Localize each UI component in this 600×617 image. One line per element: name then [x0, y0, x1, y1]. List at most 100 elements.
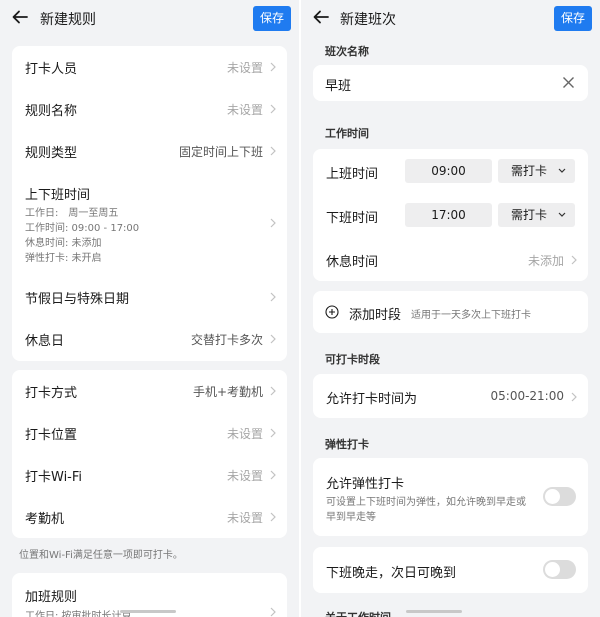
row-holidays[interactable]: 节假日与特殊日期 — [12, 276, 287, 318]
row-value: 未设置 — [226, 103, 263, 117]
chevron-right-icon — [571, 255, 577, 265]
row-label: 打卡Wi-Fi — [25, 470, 83, 485]
page-title: 新建班次 — [340, 12, 396, 28]
punch-window-card[interactable]: 允许打卡时间为 05:00-21:00 — [313, 374, 588, 418]
row-value: 未设置 — [226, 61, 263, 75]
chevron-right-icon — [270, 292, 276, 302]
row-attendance-machine[interactable]: 考勤机 未设置 — [12, 496, 287, 538]
row-work-schedule[interactable]: 上下班时间 工作日: 周一至周五 工作时间: 09:00 - 17:00 休息时… — [12, 172, 287, 274]
chevron-right-icon — [270, 386, 276, 396]
page-title: 新建规则 — [40, 12, 96, 28]
late-next-toggle[interactable] — [543, 560, 576, 579]
flex-toggle[interactable] — [543, 487, 576, 506]
flex-label: 允许弹性打卡 — [326, 477, 405, 492]
row-label: 规则名称 — [25, 104, 78, 119]
schedule-workdays: 工作日: 周一至周五 — [25, 208, 119, 219]
new-shift-panel: 新建班次 保存 班次名称 早班 工作时间 上班时间 09:00 需打卡 下班时间… — [301, 0, 600, 617]
rule-basic-card: 打卡人员 未设置 规则名称 未设置 规则类型 固定时间上下班 上下班时间 工作日… — [12, 46, 287, 361]
select-value: 需打卡 — [511, 164, 548, 178]
late-next-label: 下班晚走，次日可晚到 — [326, 566, 457, 581]
off-duty-mode-select[interactable]: 需打卡 — [498, 203, 575, 227]
plus-circle-icon — [325, 305, 339, 319]
section-work-time: 工作时间 — [325, 127, 369, 140]
row-label: 加班规则 — [25, 590, 78, 605]
row-on-duty: 上班时间 09:00 需打卡 — [313, 149, 588, 193]
row-rule-type[interactable]: 规则类型 固定时间上下班 — [12, 130, 287, 172]
add-period-label: 添加时段 — [349, 308, 402, 323]
row-label: 考勤机 — [25, 512, 65, 527]
chevron-right-icon — [270, 62, 276, 72]
section-punch-window: 可打卡时段 — [325, 353, 380, 366]
back-arrow-icon[interactable] — [311, 7, 331, 27]
chevron-right-icon — [270, 146, 276, 156]
row-rest-day[interactable]: 休息日 交替打卡多次 — [12, 318, 287, 360]
row-rest-time[interactable]: 休息时间 未添加 — [313, 237, 588, 281]
row-value: 未设置 — [226, 427, 263, 441]
save-button[interactable]: 保存 — [554, 6, 592, 31]
row-label: 节假日与特殊日期 — [25, 292, 130, 307]
row-value: 交替打卡多次 — [190, 333, 263, 347]
save-button[interactable]: 保存 — [253, 6, 291, 31]
row-label: 上班时间 — [326, 167, 379, 182]
chevron-right-icon — [571, 392, 577, 402]
home-indicator — [120, 610, 176, 613]
row-value: 未添加 — [527, 254, 564, 268]
shift-name-value: 早班 — [325, 79, 352, 94]
punch-note: 位置和Wi-Fi满足任意一项即可打卡。 — [19, 550, 183, 561]
row-punch-wifi[interactable]: 打卡Wi-Fi 未设置 — [12, 454, 287, 496]
row-label: 打卡方式 — [25, 386, 78, 401]
on-duty-time[interactable]: 09:00 — [405, 159, 492, 183]
row-off-duty: 下班时间 17:00 需打卡 — [313, 193, 588, 237]
schedule-rest: 休息时间: 未添加 — [25, 238, 102, 249]
toggle-knob — [545, 489, 560, 504]
header: 新建班次 保存 — [301, 0, 600, 36]
add-period-card[interactable]: 添加时段 适用于一天多次上下班打卡 — [313, 291, 588, 333]
new-rule-panel: 新建规则 保存 打卡人员 未设置 规则名称 未设置 规则类型 固定时间上下班 上… — [0, 0, 299, 617]
chevron-down-icon — [558, 168, 566, 173]
shift-name-input[interactable]: 早班 — [313, 65, 588, 101]
row-punch-location[interactable]: 打卡位置 未设置 — [12, 412, 287, 454]
on-duty-mode-select[interactable]: 需打卡 — [498, 159, 575, 183]
punch-method-card: 打卡方式 手机+考勤机 打卡位置 未设置 打卡Wi-Fi 未设置 考勤机 未设置 — [12, 370, 287, 538]
toggle-knob — [545, 562, 560, 577]
row-label: 规则类型 — [25, 146, 78, 161]
add-period-hint: 适用于一天多次上下班打卡 — [411, 310, 531, 321]
clear-icon[interactable] — [562, 76, 575, 89]
chevron-down-icon — [558, 212, 566, 217]
row-value: 未设置 — [226, 469, 263, 483]
flex-desc-line2: 早到早走等 — [326, 512, 376, 523]
section-shift-name: 班次名称 — [325, 45, 369, 58]
row-label: 打卡人员 — [25, 62, 78, 77]
chevron-right-icon — [270, 428, 276, 438]
row-value: 手机+考勤机 — [192, 385, 263, 399]
row-label: 休息日 — [25, 334, 65, 349]
chevron-right-icon — [270, 104, 276, 114]
section-flex-punch: 弹性打卡 — [325, 438, 369, 451]
row-label: 上下班时间 — [25, 188, 91, 203]
select-value: 需打卡 — [511, 208, 548, 222]
late-next-day-card: 下班晚走，次日可晚到 — [313, 547, 588, 593]
chevron-right-icon — [270, 607, 276, 617]
header: 新建规则 保存 — [0, 0, 299, 36]
row-label: 休息时间 — [326, 255, 379, 270]
flex-punch-card: 允许弹性打卡 可设置上下班时间为弹性，如允许晚到早走或 早到早走等 — [313, 458, 588, 536]
row-label: 打卡位置 — [25, 428, 78, 443]
flex-desc-line1: 可设置上下班时间为弹性，如允许晚到早走或 — [326, 497, 526, 508]
chevron-right-icon — [270, 334, 276, 344]
back-arrow-icon[interactable] — [10, 7, 30, 27]
off-duty-time[interactable]: 17:00 — [405, 203, 492, 227]
row-punch-method[interactable]: 打卡方式 手机+考勤机 — [12, 370, 287, 412]
row-value: 05:00-21:00 — [490, 389, 565, 403]
row-value: 固定时间上下班 — [178, 145, 263, 159]
chevron-right-icon — [270, 470, 276, 480]
row-rule-name[interactable]: 规则名称 未设置 — [12, 88, 287, 130]
section-work-hours-cut: 关于工作时间 — [325, 609, 391, 617]
schedule-flex: 弹性打卡: 未开启 — [25, 253, 102, 264]
chevron-right-icon — [270, 218, 276, 228]
row-label: 允许打卡时间为 — [326, 392, 418, 407]
home-indicator — [406, 610, 462, 613]
work-time-card: 上班时间 09:00 需打卡 下班时间 17:00 需打卡 休息时间 未添加 — [313, 149, 588, 281]
overtime-sub: 工作日: 按审批时长计算 — [25, 611, 132, 617]
row-label: 下班时间 — [326, 211, 379, 226]
row-punch-members[interactable]: 打卡人员 未设置 — [12, 46, 287, 88]
